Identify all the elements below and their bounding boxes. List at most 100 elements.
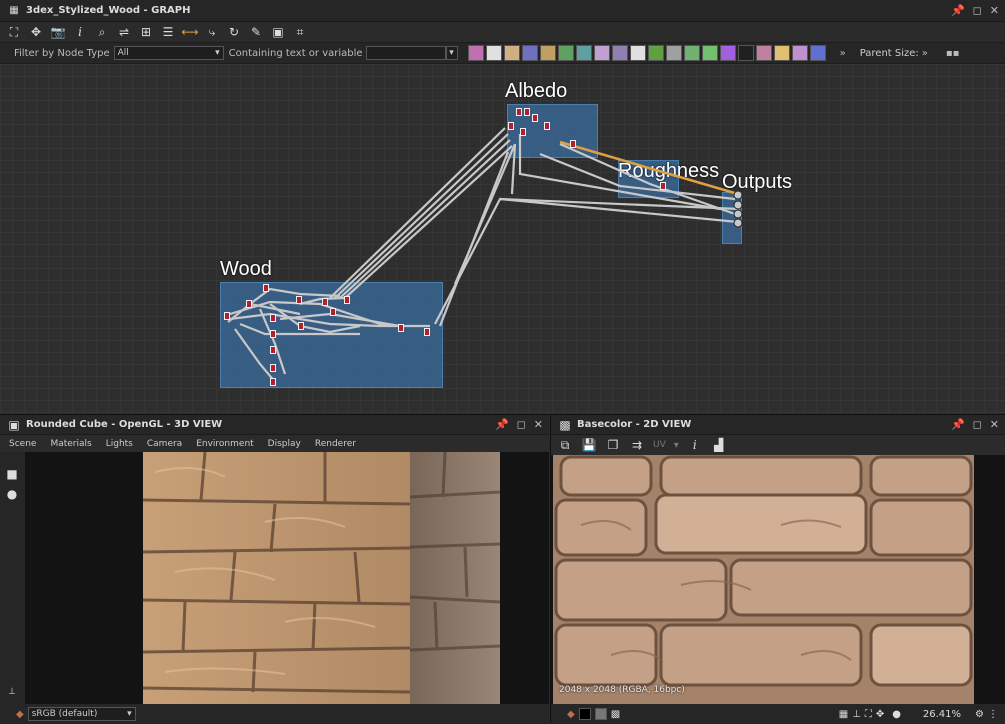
video-camera-icon[interactable]: ■ bbox=[4, 466, 20, 482]
graph-node[interactable] bbox=[270, 378, 276, 386]
connect-icon[interactable]: ⟷ bbox=[181, 24, 198, 40]
palette-node-button[interactable] bbox=[593, 45, 610, 61]
maximize-icon[interactable]: ◻ bbox=[973, 4, 982, 17]
maximize-icon[interactable]: ◻ bbox=[517, 418, 526, 431]
graph-node[interactable] bbox=[270, 330, 276, 338]
containing-input[interactable] bbox=[365, 46, 446, 60]
palette-node-button[interactable] bbox=[809, 45, 826, 61]
zoom-value[interactable]: 26.41% bbox=[905, 709, 961, 720]
graph-node[interactable] bbox=[263, 284, 269, 292]
axis-icon[interactable]: ⊥ bbox=[852, 709, 861, 720]
menu-environment[interactable]: Environment bbox=[196, 439, 253, 449]
palette-node-button[interactable] bbox=[701, 45, 718, 61]
layers-icon[interactable]: ◆ bbox=[567, 709, 575, 720]
settings-icon[interactable]: ⚙ bbox=[975, 709, 984, 720]
palette-node-button[interactable] bbox=[683, 45, 700, 61]
info-icon[interactable]: i bbox=[687, 437, 703, 453]
dots-icon[interactable]: ▪▪ bbox=[946, 48, 960, 59]
view2d-viewport[interactable]: 2048 x 2048 (RGBA, 16bpc) bbox=[551, 455, 1005, 704]
graph-node[interactable] bbox=[246, 300, 252, 308]
crop-icon[interactable]: ⌗ bbox=[292, 24, 308, 40]
close-icon[interactable]: ✕ bbox=[990, 4, 999, 17]
pin-icon[interactable]: 📌 bbox=[951, 418, 965, 431]
zoom-dot-icon[interactable]: ● bbox=[892, 709, 901, 720]
palette-node-button[interactable] bbox=[539, 45, 556, 61]
refresh-icon[interactable]: ↻ bbox=[226, 24, 242, 40]
graph-node[interactable] bbox=[570, 140, 576, 148]
light-bulb-icon[interactable]: ● bbox=[4, 486, 20, 502]
close-icon[interactable]: ✕ bbox=[534, 418, 543, 431]
graph-node[interactable] bbox=[270, 364, 276, 372]
frame-selection-icon[interactable]: ⛶ bbox=[6, 24, 22, 40]
palette-node-button[interactable] bbox=[755, 45, 772, 61]
info-icon[interactable]: i bbox=[72, 24, 88, 40]
black-swatch[interactable] bbox=[578, 708, 591, 720]
more-icon[interactable]: ⋮ bbox=[988, 709, 998, 720]
palette-node-button[interactable] bbox=[791, 45, 808, 61]
pin-icon[interactable]: 📌 bbox=[495, 418, 509, 431]
view3d-viewport[interactable] bbox=[25, 452, 549, 704]
close-icon[interactable]: ✕ bbox=[990, 418, 999, 431]
palette-node-button[interactable] bbox=[557, 45, 574, 61]
graph-node[interactable] bbox=[524, 108, 530, 116]
palette-node-button[interactable] bbox=[737, 45, 754, 61]
layers-icon[interactable]: ◆ bbox=[16, 709, 24, 720]
palette-node-button[interactable] bbox=[521, 45, 538, 61]
graph-node[interactable] bbox=[398, 324, 404, 332]
palette-node-button[interactable] bbox=[503, 45, 520, 61]
graph-canvas[interactable]: Albedo Roughness Outputs Wood bbox=[0, 64, 1005, 413]
graph-node[interactable] bbox=[544, 122, 550, 130]
link-icon[interactable]: ⇌ bbox=[116, 24, 132, 40]
duplicate-icon[interactable]: ❐ bbox=[605, 437, 621, 453]
graph-node[interactable] bbox=[298, 322, 304, 330]
graph-node[interactable] bbox=[344, 296, 350, 304]
maximize-icon[interactable]: ◻ bbox=[973, 418, 982, 431]
graph-node[interactable] bbox=[516, 108, 522, 116]
axis-icon[interactable]: ⊥ bbox=[4, 684, 20, 700]
search-icon[interactable]: ⌕ bbox=[94, 24, 110, 40]
palette-node-button[interactable] bbox=[665, 45, 682, 61]
menu-display[interactable]: Display bbox=[268, 439, 301, 449]
fit-icon[interactable]: ⛶ bbox=[865, 709, 872, 720]
graph-node[interactable] bbox=[322, 298, 328, 306]
tools-icon[interactable]: ✎ bbox=[248, 24, 264, 40]
graph-node[interactable] bbox=[330, 308, 336, 316]
camera-icon[interactable]: 📷 bbox=[50, 24, 66, 40]
graph-node[interactable] bbox=[424, 328, 430, 336]
pan-icon[interactable]: ✥ bbox=[876, 709, 884, 720]
palette-node-button[interactable] bbox=[773, 45, 790, 61]
palette-node-button[interactable] bbox=[719, 45, 736, 61]
graph-node[interactable] bbox=[270, 346, 276, 354]
palette-node-button[interactable] bbox=[647, 45, 664, 61]
frame-icon[interactable]: ▣ bbox=[270, 24, 286, 40]
pin-icon[interactable]: 📌 bbox=[951, 4, 965, 17]
histogram-icon[interactable]: ▟ bbox=[711, 437, 727, 453]
copy-icon[interactable]: ⧉ bbox=[557, 437, 573, 453]
palette-node-button[interactable] bbox=[629, 45, 646, 61]
palette-node-button[interactable] bbox=[467, 45, 484, 61]
containing-dropdown[interactable]: ▾ bbox=[445, 46, 458, 60]
palette-node-button[interactable] bbox=[575, 45, 592, 61]
graph-node[interactable] bbox=[660, 182, 666, 190]
menu-camera[interactable]: Camera bbox=[147, 439, 182, 449]
menu-lights[interactable]: Lights bbox=[106, 439, 133, 449]
graph-node[interactable] bbox=[296, 296, 302, 304]
uv-label[interactable]: UV bbox=[653, 440, 666, 450]
route-icon[interactable]: ⤷ bbox=[204, 24, 220, 40]
grid-icon[interactable]: ▦ bbox=[839, 709, 848, 720]
filter-type-select[interactable]: All ▾ bbox=[113, 46, 224, 60]
menu-renderer[interactable]: Renderer bbox=[315, 439, 356, 449]
node-tree-icon[interactable]: ⊞ bbox=[138, 24, 154, 40]
image-icon[interactable]: ▩ bbox=[611, 709, 620, 720]
graph-node[interactable] bbox=[520, 128, 526, 136]
list-icon[interactable]: ☰ bbox=[160, 24, 176, 40]
graph-node[interactable] bbox=[224, 312, 230, 320]
menu-scene[interactable]: Scene bbox=[9, 439, 36, 449]
graph-node[interactable] bbox=[508, 122, 514, 130]
pan-icon[interactable]: ✥ bbox=[28, 24, 44, 40]
palette-node-button[interactable] bbox=[485, 45, 502, 61]
palette-node-button[interactable] bbox=[611, 45, 628, 61]
colorspace-select[interactable]: sRGB (default) ▾ bbox=[27, 707, 136, 721]
more-icon[interactable]: » bbox=[922, 48, 928, 59]
checker-icon[interactable] bbox=[594, 708, 607, 720]
